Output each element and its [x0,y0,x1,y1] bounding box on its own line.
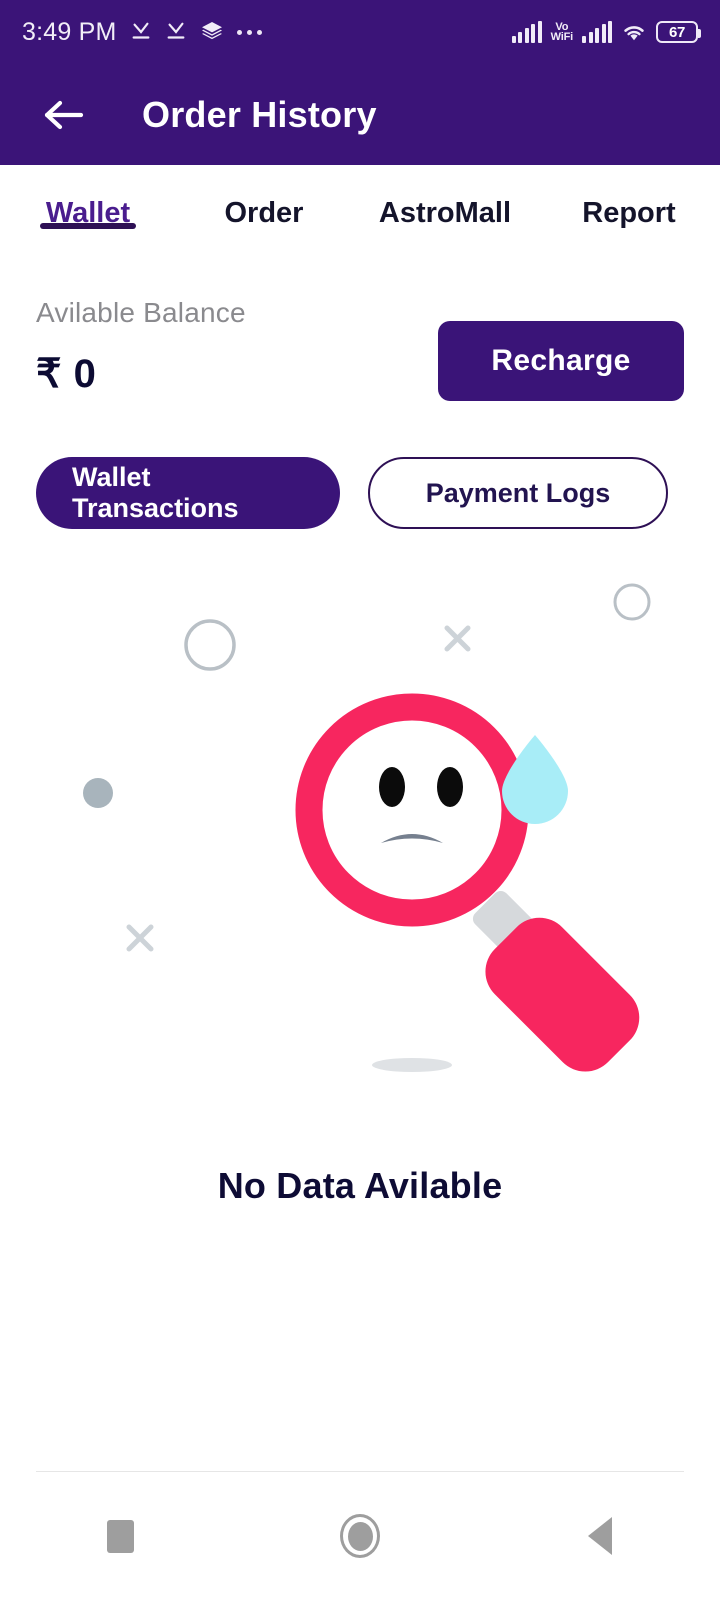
back-button[interactable] [38,88,92,142]
decor-dot [83,778,113,808]
face-eye-left [379,767,405,807]
wifi-icon [624,26,644,41]
recents-square-icon [106,1519,134,1553]
more-dots-icon [236,29,262,35]
status-time: 3:49 PM [22,17,117,46]
payment-logs-button[interactable]: Payment Logs [368,457,668,529]
wallet-transactions-label: Wallet Transactions [72,462,239,523]
status-bar: 3:49 PM Vo WiFi 67 [0,0,720,64]
tab-order[interactable]: Order [176,165,352,260]
recents-button[interactable] [72,1488,168,1584]
balance-section: Avilable Balance ₹ 0 Recharge [0,297,720,401]
tab-active-underline [40,223,136,229]
home-circle-icon [340,1514,380,1558]
signal-bars-icon [511,21,542,43]
decor-circle-outline [613,583,651,621]
tab-order-label: Order [224,197,304,229]
wallet-transactions-button[interactable]: Wallet Transactions [36,457,340,529]
page-title: Order History [142,93,377,135]
magnifier-sad-face-icon [83,583,651,1072]
payment-logs-label: Payment Logs [425,477,611,508]
layers-icon [201,22,222,40]
android-nav-bar [0,1472,720,1600]
back-triangle-icon [588,1517,612,1555]
magnifier-ring [295,693,529,927]
decor-circle-outline [184,619,236,671]
recharge-button[interactable]: Recharge [438,321,684,401]
tab-bar: Wallet Order AstroMall Report [0,165,720,260]
arrow-left-icon [44,100,84,129]
balance-amount: ₹ 0 [36,352,97,396]
sweat-drop-icon [502,735,568,824]
decor-x-mark [444,625,471,652]
empty-state-message: No Data Avilable [217,1165,503,1206]
balance-info: Avilable Balance ₹ 0 [36,297,246,397]
tab-report[interactable]: Report [538,165,720,260]
signal-bars-icon [582,21,612,43]
vowifi-line2: WiFi [550,31,574,43]
check-download-icon [132,22,149,39]
app-bar: Order History [0,64,720,165]
tab-astromall[interactable]: AstroMall [352,165,538,260]
vowifi-icon: Vo WiFi [550,21,574,43]
back-nav-button[interactable] [552,1488,648,1584]
battery-percent: 67 [668,23,686,41]
balance-label: Avilable Balance [36,297,246,328]
tab-report-label: Report [582,197,676,229]
home-button[interactable] [312,1488,408,1584]
status-bar-right: Vo WiFi 67 [511,21,701,43]
tab-wallet[interactable]: Wallet [0,165,176,260]
segment-control: Wallet Transactions Payment Logs [0,457,720,529]
recharge-button-label: Recharge [491,344,631,377]
illustration-shadow [372,1058,452,1072]
app-screen: 3:49 PM Vo WiFi 67 Order History Wallet … [0,0,720,1600]
tab-astromall-label: AstroMall [378,197,512,229]
decor-x-mark [126,924,154,952]
face-eye-right [437,767,463,807]
battery-icon: 67 [656,21,701,43]
status-bar-left: 3:49 PM [22,18,262,47]
empty-state [0,560,720,1240]
check-download-icon [167,22,184,39]
